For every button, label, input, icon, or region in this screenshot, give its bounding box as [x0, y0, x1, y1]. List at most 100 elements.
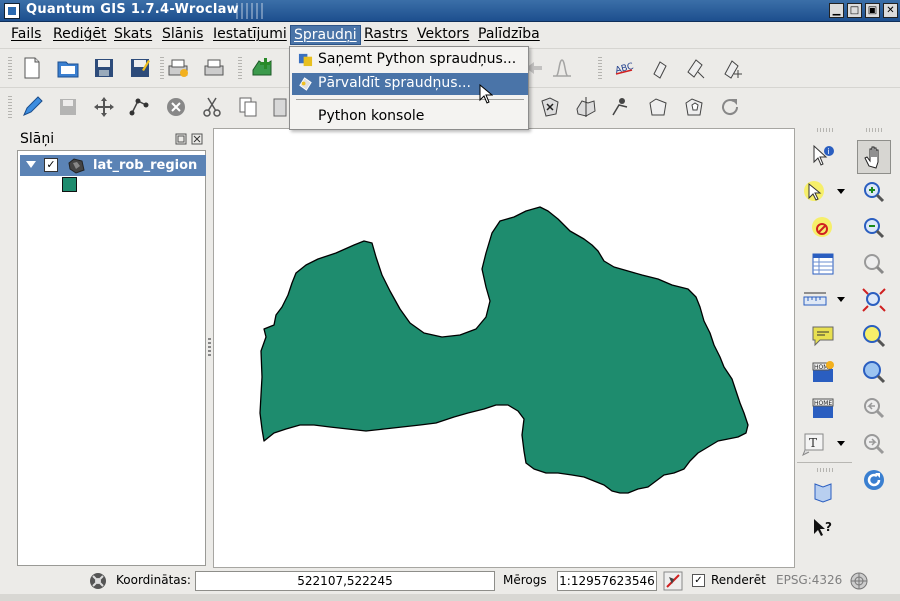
show-bookmarks-icon[interactable]: HOME [807, 392, 839, 424]
layer-visibility-checkbox[interactable]: ✓ [44, 158, 58, 172]
window-title: Quantum GIS 1.7.4-Wroclaw [26, 2, 239, 17]
menu-layer[interactable]: Slānis [159, 25, 206, 45]
zoom-out-icon[interactable] [858, 212, 890, 244]
menu-view[interactable]: Skats [111, 25, 155, 45]
composer-manager-icon[interactable] [200, 54, 228, 82]
toolbar-grip[interactable] [817, 468, 835, 472]
attributes-toolbar: i HOME HOME T ? [797, 128, 857, 568]
svg-text:i: i [828, 147, 830, 156]
zoom-last-icon[interactable] [858, 392, 890, 424]
collapse-arrow-icon[interactable] [26, 161, 36, 168]
toolbar-grip[interactable] [8, 57, 12, 79]
zoom-to-native-resolution-icon[interactable] [858, 356, 890, 388]
menu-edit[interactable]: Rediģēt [50, 25, 109, 45]
crs-status-icon[interactable] [849, 571, 869, 591]
panel-splitter[interactable] [206, 128, 213, 568]
copy-features-icon[interactable] [234, 93, 262, 121]
pan-map-icon[interactable] [857, 140, 891, 174]
crs-status-label[interactable]: EPSG:4326 [776, 573, 842, 587]
zoom-in-icon[interactable] [858, 176, 890, 208]
toolbar-grip[interactable] [817, 128, 835, 132]
add-ring-icon[interactable] [680, 93, 708, 121]
layer-symbol-swatch [62, 177, 77, 192]
text-annotation-icon[interactable]: T [799, 428, 831, 460]
identify-features-icon[interactable]: i [807, 140, 839, 172]
zoom-full-icon[interactable] [858, 284, 890, 316]
menu-plugins[interactable]: Spraudņi [290, 25, 361, 45]
select-dropdown-arrow-icon[interactable] [837, 189, 845, 194]
label-tool-icon[interactable]: ABC [610, 54, 638, 82]
simplify-feature-icon[interactable] [644, 93, 672, 121]
add-vector-layer-icon[interactable] [248, 54, 276, 82]
refresh-icon[interactable] [858, 464, 890, 496]
print-composer-icon[interactable] [164, 54, 192, 82]
scale-field[interactable]: 1:12957623546 [557, 571, 657, 591]
layers-panel-title: Slāņi [20, 131, 55, 147]
new-project-icon[interactable] [18, 54, 46, 82]
delete-part-icon[interactable] [536, 93, 564, 121]
close-button[interactable]: ✕ [883, 3, 898, 18]
open-attribute-table-icon[interactable] [807, 248, 839, 280]
toolbar-grip[interactable] [866, 128, 884, 132]
delete-selected-icon[interactable] [162, 93, 190, 121]
whats-this-icon[interactable]: ? [807, 512, 839, 544]
toolbar-grip[interactable] [598, 57, 602, 79]
zoom-to-layer-icon[interactable] [858, 320, 890, 352]
new-bookmark-icon[interactable]: HOME [807, 356, 839, 388]
layer-item[interactable]: ✓ lat_rob_region [20, 155, 206, 176]
zoom-to-selection-icon[interactable] [858, 248, 890, 280]
plugin-manager-icon [299, 77, 312, 91]
stop-rendering-icon[interactable] [663, 571, 683, 591]
measure-line-icon[interactable] [799, 284, 831, 316]
zoom-next-icon[interactable] [858, 428, 890, 460]
measure-dropdown-arrow-icon[interactable] [837, 297, 845, 302]
svg-text:?: ? [825, 520, 832, 534]
toggle-coordinates-icon[interactable] [88, 571, 108, 591]
fetch-python-plugins-label: Saņemt Python spraudņus... [318, 51, 517, 67]
toggle-editing-icon[interactable] [18, 93, 46, 121]
select-features-icon[interactable] [799, 176, 831, 208]
float-panel-icon[interactable] [175, 133, 187, 145]
window-bottom-border [0, 594, 900, 601]
move-label-icon[interactable] [718, 54, 746, 82]
coordinates-field[interactable]: 522107,522245 [195, 571, 495, 591]
pin-label-icon[interactable] [646, 54, 674, 82]
show-hide-labels-icon[interactable] [682, 54, 710, 82]
plugins-dropdown-menu: Saņemt Python spraudņus... Pārvaldīt spr… [289, 46, 529, 130]
split-features-icon[interactable] [572, 93, 600, 121]
rotate-point-symbols-icon[interactable] [716, 93, 744, 121]
fetch-python-plugins-item[interactable]: Saņemt Python spraudņus... [292, 49, 528, 71]
node-tool-icon[interactable] [126, 93, 154, 121]
close-panel-icon[interactable] [191, 133, 203, 145]
cut-features-icon[interactable] [198, 93, 226, 121]
toolbar-grip[interactable] [8, 96, 12, 118]
minimize-button[interactable]: ▁ [829, 3, 844, 18]
reshape-features-icon[interactable] [608, 93, 636, 121]
manage-plugins-label: Pārvaldīt spraudņus... [318, 75, 471, 91]
qgis-app-icon[interactable] [4, 3, 20, 19]
save-edits-icon[interactable] [54, 93, 82, 121]
save-project-icon[interactable] [90, 54, 118, 82]
menu-vector[interactable]: Vektors [414, 25, 472, 45]
maximize-button[interactable]: ▣ [865, 3, 880, 18]
mouse-cursor-icon [479, 84, 493, 104]
move-feature-icon[interactable] [90, 93, 118, 121]
python-console-item[interactable]: Python konsole [292, 106, 528, 128]
menu-raster[interactable]: Rastrs [361, 25, 411, 45]
open-project-icon[interactable] [54, 54, 82, 82]
histogram-icon[interactable] [548, 54, 576, 82]
save-as-icon[interactable] [126, 54, 154, 82]
help-contents-icon[interactable] [807, 476, 839, 508]
map-navigation-toolbar [852, 128, 898, 568]
restore-button[interactable]: □ [847, 3, 862, 18]
menu-help[interactable]: Palīdzība [475, 25, 543, 45]
menu-settings[interactable]: Iestatījumi [210, 25, 290, 45]
render-checkbox[interactable]: ✓ [692, 574, 705, 587]
map-canvas[interactable] [213, 128, 795, 568]
coordinates-label: Koordinātas: [116, 573, 191, 587]
deselect-features-icon[interactable] [807, 212, 839, 244]
menu-file[interactable]: Fails [8, 25, 44, 45]
toolbar-grip[interactable] [238, 57, 242, 79]
annotation-dropdown-arrow-icon[interactable] [837, 441, 845, 446]
map-tips-icon[interactable] [807, 320, 839, 352]
